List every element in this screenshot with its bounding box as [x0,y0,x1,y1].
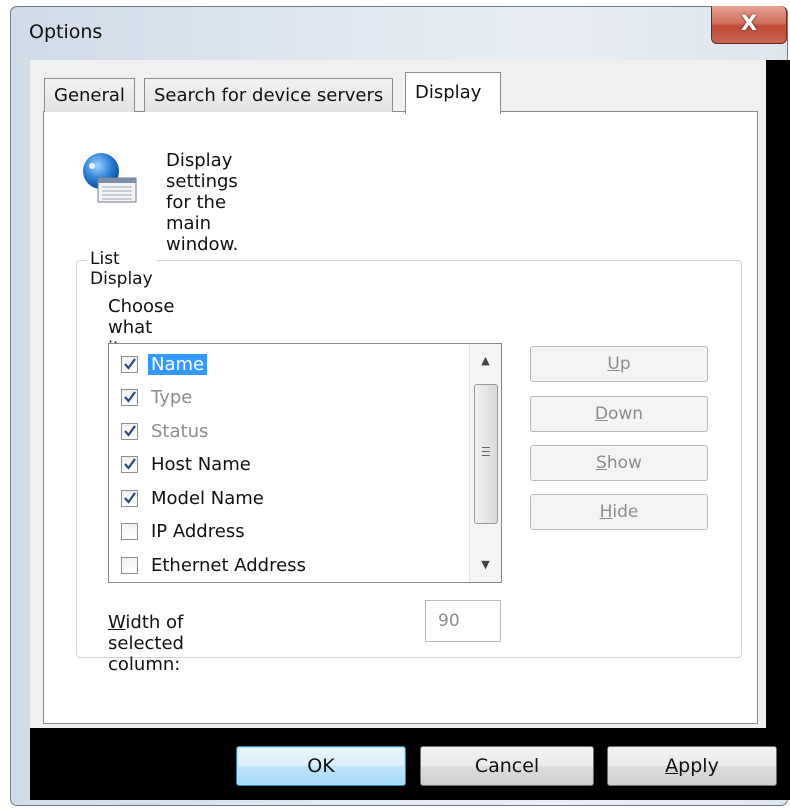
list-scrollbar[interactable]: ▲ ▼ [469,344,501,582]
cancel-button[interactable]: Cancel [420,746,594,786]
item-label: Ethernet Address [151,554,306,576]
item-label: Host Name [151,454,251,475]
list-item[interactable]: IP Address [121,518,248,546]
scroll-grip-icon [482,447,490,459]
item-checkbox[interactable] [121,422,138,440]
item-checkbox[interactable] [121,523,138,540]
item-checkbox[interactable] [121,355,138,373]
list-item[interactable]: Model Name [121,484,267,512]
list-item[interactable]: Status [121,417,211,445]
item-checkbox[interactable] [121,489,138,507]
list-item[interactable]: Ethernet Address [121,551,309,579]
usb-device-column-list[interactable]: Name Type Status Host Name Model Name IP Addr… [108,343,502,583]
close-icon: X [740,11,758,35]
column-width-field[interactable]: 90 [425,600,501,642]
tab-search-for-device-servers[interactable]: Search for device servers [144,78,394,112]
item-checkbox[interactable] [121,556,138,574]
down-button[interactable]: Down [530,396,708,432]
scroll-thumb[interactable] [474,384,498,524]
item-label: IP Address [151,521,245,542]
item-checkbox[interactable] [121,456,138,473]
list-display-group-label: List Display [87,249,156,289]
item-label: Model Name [151,487,264,509]
display-settings-icon [80,150,140,206]
ok-button[interactable]: OK [236,746,406,786]
item-label: Type [151,387,193,408]
window-title: Options [29,21,103,43]
scroll-down-arrow-icon[interactable]: ▼ [470,550,501,580]
item-checkbox[interactable] [121,389,138,406]
close-button[interactable]: X [711,6,787,44]
list-item[interactable]: Host Name [121,451,254,479]
show-button[interactable]: Show [530,445,708,481]
scroll-up-arrow-icon[interactable]: ▲ [470,346,501,376]
column-width-label: Width of selected column: [108,612,184,675]
item-label: Name [148,353,208,375]
list-item[interactable]: Name [121,350,208,378]
apply-button[interactable]: Apply [607,746,777,786]
list-item[interactable]: Type [121,384,195,412]
item-label: Status [151,420,209,442]
tab-display[interactable]: Display [405,72,501,114]
up-button[interactable]: Up [530,346,708,382]
hide-button[interactable]: Hide [530,494,708,530]
panel-description: Display settings for the main window. [166,150,239,255]
tab-general[interactable]: General [44,78,135,112]
